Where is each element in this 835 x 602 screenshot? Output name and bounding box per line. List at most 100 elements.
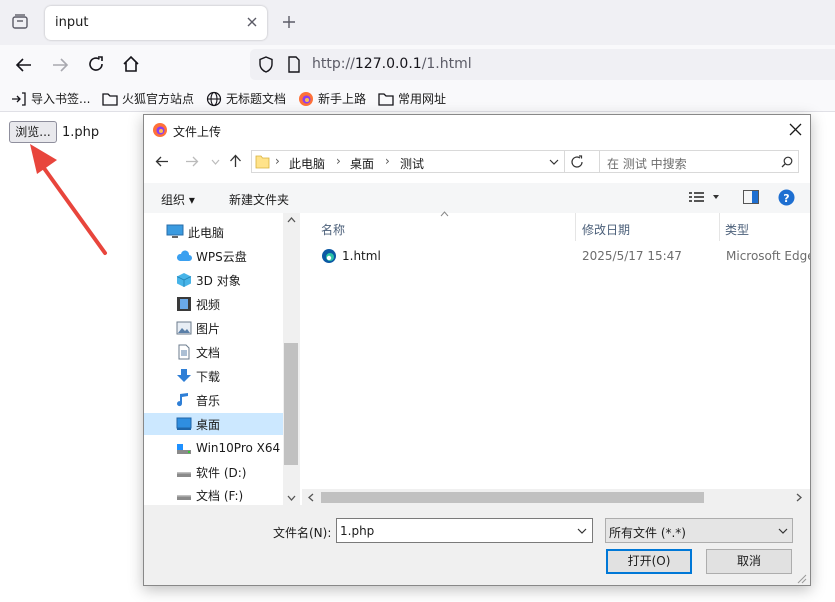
nav-item-label: 下载 [196,369,221,384]
address-divider [564,150,565,173]
preview-pane-icon[interactable] [743,190,759,204]
organize-button[interactable]: 组织 ▾ [161,191,195,208]
column-header-modified[interactable]: 修改日期 [582,221,630,238]
forward-icon[interactable] [185,155,199,168]
scroll-left-icon[interactable] [308,493,314,502]
forward-icon[interactable] [51,56,69,74]
breadcrumb-chevron-icon: › [275,154,280,168]
refresh-icon[interactable] [570,155,584,169]
import-icon [12,91,26,106]
nav-item-this-pc[interactable]: 此电脑 [144,221,283,243]
breadcrumb-this-pc[interactable]: 此电脑 [289,155,325,172]
file-name: 1.html [342,249,381,263]
new-folder-button[interactable]: 新建文件夹 [229,191,289,208]
address-dropdown-icon[interactable] [549,159,559,165]
filename-label: 文件名(N): [273,526,332,540]
nav-item-drive-f[interactable]: 文档 (F:) [144,485,283,505]
shield-icon[interactable] [258,56,274,73]
chevron-down-icon[interactable] [577,528,587,534]
bookmark-firefox-site[interactable]: 火狐官方站点 [102,90,194,107]
command-bar: 组织 ▾ 新建文件夹 ? [144,183,810,213]
nav-item-wps-cloud[interactable]: WPS云盘 [144,245,283,267]
column-divider [575,213,576,241]
nav-item-music[interactable]: 音乐 [144,389,283,411]
bookmark-common-sites[interactable]: 常用网址 [378,90,446,107]
chevron-down-icon[interactable] [778,528,788,534]
nav-item-label: 视频 [196,297,221,312]
search-placeholder: 在 测试 中搜索 [607,157,687,171]
bookmark-label: 常用网址 [398,92,447,106]
breadcrumb-chevron-icon: › [385,154,390,168]
video-icon [177,297,191,311]
sort-ascending-icon [440,211,449,217]
scroll-right-icon[interactable] [796,493,802,502]
file-upload-dialog: 文件上传 › 此电脑 › 桌面 › 测试 在 测试 中搜索 组织 ▾ 新建文件夹… [143,114,811,586]
resize-grip-icon[interactable] [797,574,807,584]
page-info-icon[interactable] [287,56,301,73]
column-header-name[interactable]: 名称 [321,221,345,238]
open-button[interactable]: 打开(O) [606,549,692,574]
nav-item-documents[interactable]: 文档 [144,341,283,363]
bookmark-untitled[interactable]: 无标题文档 [206,90,286,107]
file-type-select[interactable]: 所有文件 (*.*) [605,518,793,543]
close-tab-icon[interactable] [246,16,258,28]
reload-icon[interactable] [87,55,105,73]
scroll-down-icon[interactable] [287,495,296,501]
nav-item-3d-objects[interactable]: 3D 对象 [144,269,283,291]
nav-scroll-thumb[interactable] [284,343,298,465]
drive-icon [177,444,191,454]
tab-overview-icon[interactable] [11,13,29,31]
nav-item-label: 音乐 [196,393,221,408]
file-type: Microsoft Edge [726,249,810,263]
breadcrumb-test[interactable]: 测试 [400,155,424,172]
new-tab-icon[interactable] [282,15,296,29]
file-row[interactable]: 1.html 2025/5/17 15:47 Microsoft Edge [302,245,810,267]
svg-text:?: ? [783,192,789,205]
help-icon[interactable]: ? [778,189,795,206]
nav-scrollbar[interactable] [283,213,300,505]
filename-value: 1.php [340,524,375,538]
url-text[interactable]: http://127.0.0.1/1.html [312,56,472,72]
nav-item-pictures[interactable]: 图片 [144,317,283,339]
drive-icon [177,495,191,500]
nav-item-desktop[interactable]: 桌面 [144,413,283,435]
scroll-up-icon[interactable] [287,217,296,223]
nav-item-label: WPS云盘 [196,249,247,264]
column-header-type[interactable]: 类型 [725,221,749,238]
up-folder-icon[interactable] [229,154,242,168]
cancel-button[interactable]: 取消 [706,549,792,574]
folder-icon [378,92,394,106]
back-icon[interactable] [15,56,33,74]
address-bar[interactable]: › 此电脑 › 桌面 › 测试 [251,150,602,173]
edge-icon [321,248,337,264]
tab-strip: input [0,0,835,45]
recent-locations-icon[interactable] [211,159,220,165]
hscroll-thumb[interactable] [321,492,704,503]
breadcrumb-desktop[interactable]: 桌面 [350,155,374,172]
bookmark-import[interactable]: 导入书签... [11,90,90,107]
search-icon[interactable] [781,156,793,168]
nav-item-label: 3D 对象 [196,273,241,288]
globe-icon [206,91,222,106]
file-list: 名称 修改日期 类型 1.html 2025/5/17 15:47 Micros… [302,211,810,505]
url-bar[interactable]: http://127.0.0.1/1.html [250,49,835,80]
tab-title: input [55,15,89,30]
bookmark-getting-started[interactable]: 新手上路 [298,90,366,107]
nav-item-downloads[interactable]: 下载 [144,365,283,387]
nav-item-drive-d[interactable]: 软件 (D:) [144,461,283,483]
filename-input[interactable]: 1.php [336,518,593,543]
navigation-pane: 此电脑 WPS云盘 3D 对象 视频 图片 文档 下载 音乐 桌面 Win10P… [144,213,300,505]
file-modified: 2025/5/17 15:47 [582,249,682,263]
nav-item-drive-c[interactable]: Win10Pro X64 [144,437,283,459]
dialog-title: 文件上传 [173,125,222,139]
nav-item-label: 文档 (F:) [196,488,244,503]
music-icon [177,393,188,407]
search-input[interactable]: 在 测试 中搜索 [599,150,799,173]
view-options-icon[interactable] [689,191,719,203]
close-dialog-icon[interactable] [789,123,802,136]
tab-input[interactable]: input [45,6,267,40]
back-icon[interactable] [155,155,169,168]
home-icon[interactable] [122,55,140,73]
file-list-hscrollbar[interactable] [302,489,810,506]
nav-item-videos[interactable]: 视频 [144,293,283,315]
